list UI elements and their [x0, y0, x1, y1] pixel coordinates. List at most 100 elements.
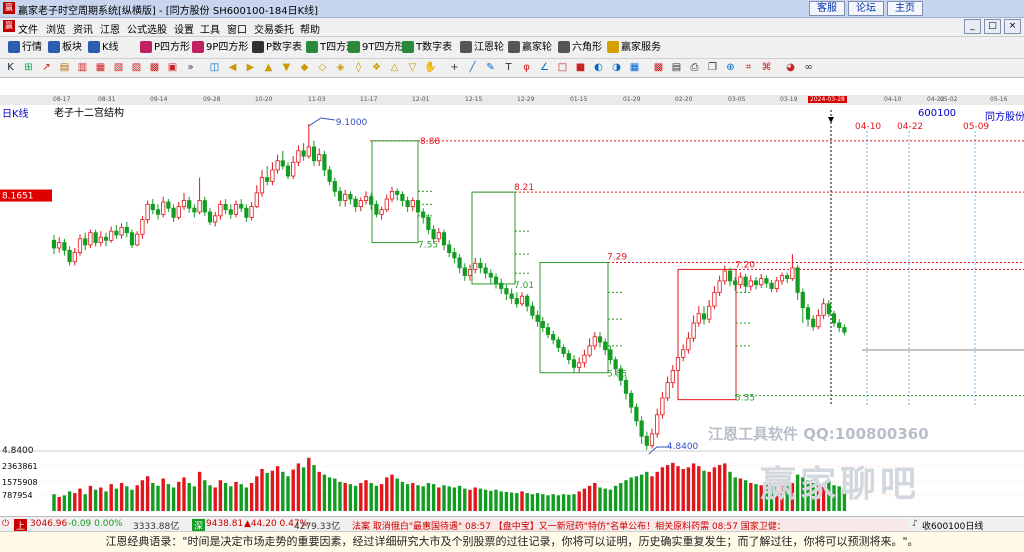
toolbar-8-button[interactable]: T数字表 — [402, 40, 452, 55]
volume-tick-label: 1575908 — [2, 478, 38, 487]
calc-icon[interactable]: ⊞ — [22, 61, 35, 74]
toolbar-8-icon — [402, 41, 414, 53]
toolbar-12-button[interactable]: 赢家服务 — [607, 40, 661, 55]
homepage-button[interactable]: 主页 — [887, 1, 923, 16]
bars-icon[interactable]: ▤ — [58, 61, 71, 74]
candle-body — [816, 314, 821, 328]
menu-info[interactable]: 资讯 — [73, 21, 93, 36]
toolbar-5-button[interactable]: P数字表 — [252, 40, 302, 55]
news-ticker[interactable]: 法案 取消俄白"最惠国待遇" 08:57 【盘中宝】又一新冠药"特仿"名单公布！… — [352, 519, 907, 531]
customer-service-button[interactable]: 客服 — [809, 1, 845, 16]
menu-formula[interactable]: 公式选股 — [127, 21, 167, 36]
volume-bar — [114, 488, 119, 511]
kline-chart[interactable]: 老子十二宫结构 04-10 04-22 05-09 8.88 8.21 7.29 7.20 7.… — [0, 105, 1024, 515]
diamond3-icon[interactable]: ◈ — [334, 61, 347, 74]
copy-icon[interactable]: ❐ — [706, 61, 719, 74]
text-icon[interactable]: T — [502, 61, 515, 74]
triangle-icon[interactable]: △ — [388, 61, 401, 74]
candle-body — [233, 203, 239, 215]
menu-file[interactable]: 文件 — [18, 21, 38, 36]
box-icon[interactable]: □ — [556, 61, 569, 74]
candle-body — [187, 200, 192, 209]
menu-trade[interactable]: 交易委托 — [254, 21, 294, 36]
volume-bar — [218, 480, 223, 511]
diamond5-icon[interactable]: ❖ — [370, 61, 383, 74]
diamond2-icon[interactable]: ◇ — [316, 61, 329, 74]
menu-tools[interactable]: 工具 — [200, 21, 220, 36]
print-icon[interactable]: ⎙ — [688, 61, 701, 74]
candle-body — [592, 336, 597, 347]
volume-bar — [151, 483, 155, 511]
K-icon[interactable]: K — [4, 61, 17, 74]
candle-body — [727, 270, 733, 282]
volume-bar — [515, 493, 519, 511]
toolbar-0-button[interactable]: 行情 — [8, 40, 42, 55]
volume-bar — [203, 480, 207, 511]
fib-icon[interactable]: φ — [520, 61, 533, 74]
maximize-button[interactable]: □ — [984, 19, 1001, 34]
menu-browse[interactable]: 浏览 — [46, 21, 66, 36]
ratio-icon[interactable]: ⌗ — [742, 61, 755, 74]
bars2-icon[interactable]: ▥ — [76, 61, 89, 74]
pencil-icon[interactable]: ✎ — [484, 61, 497, 74]
arrow-left-icon[interactable]: ◀ — [226, 61, 239, 74]
candle-body — [540, 321, 545, 328]
volume-bar — [463, 488, 467, 511]
arrow-right-icon[interactable]: ▶ — [244, 61, 257, 74]
zoom-icon[interactable]: ⊕ — [724, 61, 737, 74]
arrow-down-icon[interactable]: ▼ — [280, 61, 293, 74]
toolbar-2-button[interactable]: K线 — [88, 40, 119, 55]
grid-icon[interactable]: ▦ — [628, 61, 641, 74]
volume-bar — [379, 484, 384, 511]
diamond-icon[interactable]: ◆ — [298, 61, 311, 74]
toolbar-1-button[interactable]: 板块 — [48, 40, 82, 55]
toolbar-3-button[interactable]: P四方形 — [140, 40, 190, 55]
line-icon[interactable]: ╱ — [466, 61, 479, 74]
menu-gann[interactable]: 江恩 — [100, 21, 120, 36]
bars7-icon[interactable]: ▣ — [166, 61, 179, 74]
cycle-icon[interactable]: ◐ — [592, 61, 605, 74]
candle-body — [447, 244, 452, 253]
gann-icon[interactable]: ∠ — [538, 61, 551, 74]
toolbar-9-button[interactable]: 江恩轮 — [460, 40, 504, 55]
volume-bar — [197, 471, 202, 511]
triangle2-icon[interactable]: ▽ — [406, 61, 419, 74]
menu-bar: 赢 文件 浏览 资讯 江恩 公式选股 设置 工具 窗口 交易委托 帮助 _ □ … — [0, 18, 1024, 37]
cycle2-icon[interactable]: ◑ — [610, 61, 623, 74]
bars5-icon[interactable]: ▨ — [130, 61, 143, 74]
close-button[interactable]: × — [1004, 19, 1021, 34]
alarm-icon[interactable]: ⏻ — [2, 519, 9, 529]
minimize-button[interactable]: _ — [964, 19, 981, 34]
bars3-icon[interactable]: ▦ — [94, 61, 107, 74]
toolbar-7-button[interactable]: 9T四方形 — [348, 40, 404, 55]
candle-body — [805, 307, 811, 320]
volume-bar — [275, 466, 280, 511]
menu-settings[interactable]: 设置 — [174, 21, 194, 36]
save-icon[interactable]: ▤ — [670, 61, 683, 74]
arrow-up-icon[interactable]: ▲ — [262, 61, 275, 74]
grid2-icon[interactable]: ▩ — [652, 61, 665, 74]
menu-window[interactable]: 窗口 — [227, 21, 247, 36]
box2-icon[interactable]: ■ — [574, 61, 587, 74]
toolbar-11-button[interactable]: 六角形 — [558, 40, 602, 55]
diamond4-icon[interactable]: ◊ — [352, 61, 365, 74]
bars6-icon[interactable]: ▩ — [148, 61, 161, 74]
forum-button[interactable]: 论坛 — [848, 1, 884, 16]
infinity-icon[interactable]: ∞ — [802, 61, 815, 74]
volume-bar — [244, 487, 249, 511]
bars4-icon[interactable]: ▧ — [112, 61, 125, 74]
chart-icon[interactable]: ◫ — [208, 61, 221, 74]
ratio2-icon[interactable]: ⌘ — [760, 61, 773, 74]
pie-icon[interactable]: ◕ — [784, 61, 797, 74]
menu-help[interactable]: 帮助 — [300, 21, 320, 36]
trend-icon[interactable]: ↗ — [40, 61, 53, 74]
toolbar-10-button[interactable]: 赢家轮 — [508, 40, 552, 55]
cross-icon[interactable]: + — [448, 61, 461, 74]
volume-bar — [686, 467, 691, 511]
chevron-icon[interactable]: » — [184, 61, 197, 74]
hand-icon[interactable]: ✋ — [424, 61, 437, 74]
candle-body — [811, 318, 816, 328]
toolbar-4-button[interactable]: 9P四方形 — [192, 40, 248, 55]
candle-body — [129, 232, 135, 246]
sound-icon[interactable]: ♪ — [912, 519, 918, 529]
